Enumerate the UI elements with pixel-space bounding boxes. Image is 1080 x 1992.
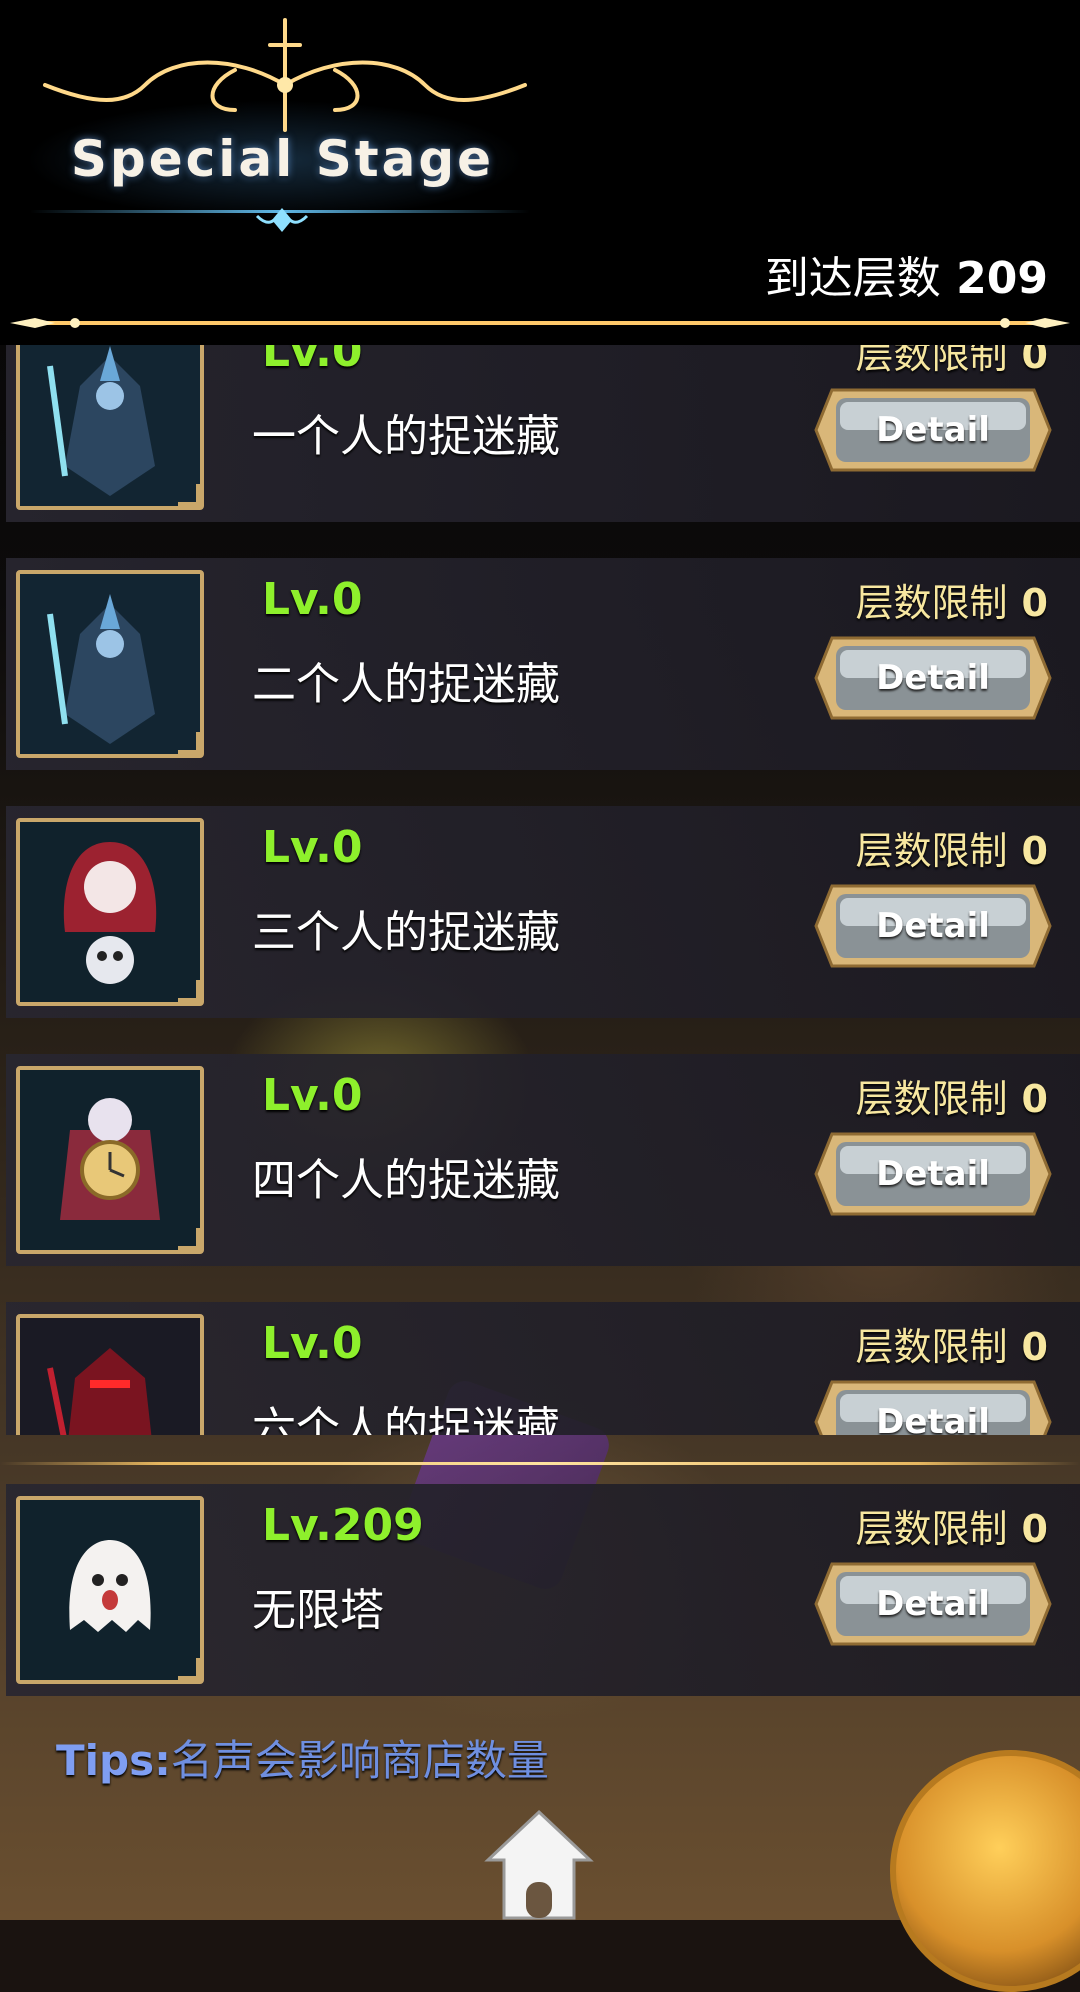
stage-row-5[interactable]: Lv.0 六个人的捉迷藏 层数限制 0 Detail [6,1302,1080,1435]
detail-button[interactable]: Detail [814,1374,1052,1435]
stage-row-1[interactable]: Lv.0 一个人的捉迷藏 层数限制 0 Detail [6,345,1080,522]
floor-limit-label: 层数限制 [855,1077,1008,1121]
clock-rabbit-icon [16,1066,204,1254]
page-title: Special Stage [70,130,495,188]
detail-button[interactable]: Detail [814,878,1052,974]
detail-button-label: Detail [876,906,990,946]
floor-limit-value: 0 [1021,581,1048,625]
floor-limit-label: 层数限制 [855,829,1008,873]
detail-button[interactable]: Detail [814,1126,1052,1222]
floor-limit-label: 层数限制 [855,581,1008,625]
floor-reached-value: 209 [956,253,1048,304]
white-ghost-icon [16,1496,204,1684]
stage-level: Lv.0 [262,1070,363,1121]
tips-message: 名声会影响商店数量 [170,1736,549,1785]
red-hood-ghost-icon [16,818,204,1006]
floor-limit: 层数限制 0 [856,345,1048,379]
stage-row-2[interactable]: Lv.0 二个人的捉迷藏 层数限制 0 Detail [6,558,1080,770]
floor-limit-value: 0 [1021,1077,1048,1121]
stage-name: 一个人的捉迷藏 [252,411,560,462]
home-icon [484,1809,594,1920]
tips-text: Tips:名声会影响商店数量 [56,1727,549,1788]
stage-name: 三个人的捉迷藏 [252,907,560,958]
tower-level: Lv.209 [262,1500,424,1551]
floor-reached-label: 到达层数 [764,253,941,304]
detail-button[interactable]: Detail [814,1556,1052,1652]
floor-limit-value: 0 [1021,345,1048,377]
tower-row[interactable]: Lv.209 无限塔 层数限制 0 Detail [6,1484,1080,1696]
detail-button[interactable]: Detail [814,630,1052,726]
floor-limit-label: 层数限制 [855,1507,1008,1551]
floor-limit-value: 0 [1021,1325,1048,1369]
detail-button-label: Detail [876,1402,990,1435]
stage-name: 二个人的捉迷藏 [252,659,560,710]
stage-level: Lv.0 [262,574,363,625]
stage-row-4[interactable]: Lv.0 四个人的捉迷藏 层数限制 0 Detail [6,1054,1080,1266]
dark-knight-icon [16,345,204,510]
floor-limit: 层数限制 0 [856,820,1048,875]
stage-list[interactable]: Lv.0 一个人的捉迷藏 层数限制 0 Detail Lv.0 二个人的捉迷藏 … [0,345,1080,1435]
stage-level: Lv.0 [262,345,363,377]
header: Special Stage 到达层数 209 [0,0,1080,345]
floor-limit: 层数限制 0 [856,1498,1048,1553]
dark-knight-icon [16,570,204,758]
detail-button-label: Detail [876,1154,990,1194]
tips-prefix: Tips: [56,1736,171,1785]
title-gem-icon [255,208,309,232]
stage-name: 四个人的捉迷藏 [252,1155,560,1206]
section-divider [0,1462,1080,1465]
floor-limit-value: 0 [1021,1507,1048,1551]
floor-limit-label: 层数限制 [855,345,1008,377]
floor-limit-label: 层数限制 [855,1325,1008,1369]
tower-name: 无限塔 [252,1585,384,1636]
title-ornament-icon [43,18,527,132]
floor-limit: 层数限制 0 [856,572,1048,627]
floor-limit: 层数限制 0 [856,1068,1048,1123]
detail-button-label: Detail [876,1584,990,1624]
stage-row-3[interactable]: Lv.0 三个人的捉迷藏 层数限制 0 Detail [6,806,1080,1018]
stage-name: 六个人的捉迷藏 [252,1403,560,1435]
gold-divider-bar [10,318,1070,328]
detail-button-label: Detail [876,658,990,698]
detail-button-label: Detail [876,410,990,450]
stage-level: Lv.0 [262,822,363,873]
red-knight-icon [16,1314,204,1435]
detail-button[interactable]: Detail [814,382,1052,478]
floor-reached: 到达层数 209 [765,242,1048,306]
floor-limit-value: 0 [1021,829,1048,873]
home-button[interactable] [482,1806,596,1920]
floor-limit: 层数限制 0 [856,1316,1048,1371]
stage-level: Lv.0 [262,1318,363,1369]
